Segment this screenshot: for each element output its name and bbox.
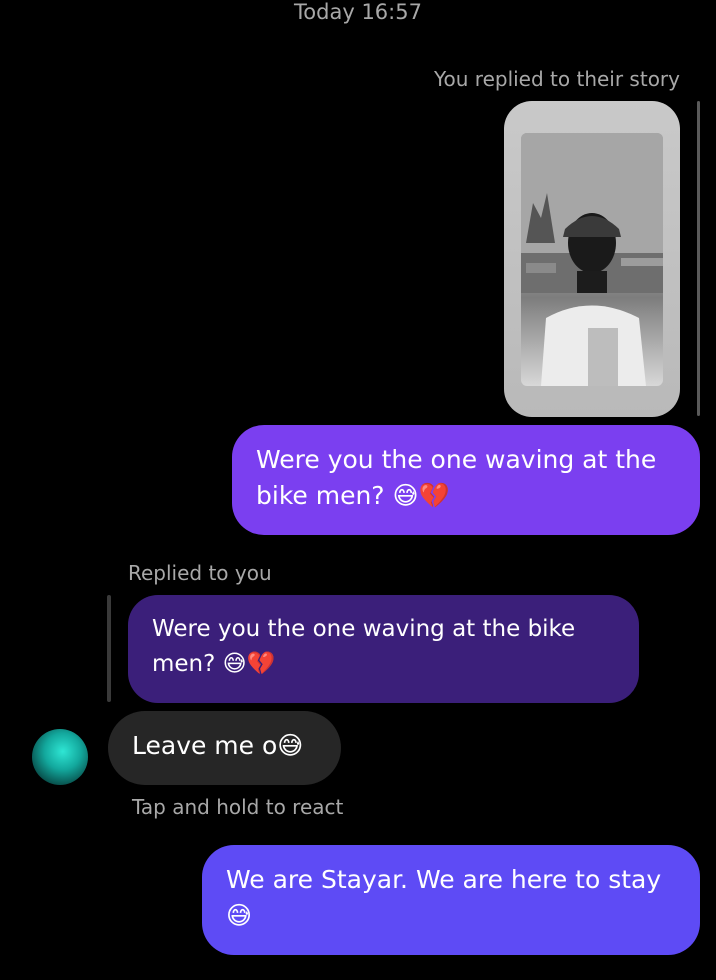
story-reply-caption: You replied to their story [433, 67, 680, 91]
outgoing-message-bubble[interactable]: We are Stayar. We are here to stay 😅 [202, 845, 700, 955]
story-image: dors_mak [521, 133, 663, 386]
quoted-message-bubble[interactable]: Were you the one waving at the bike men?… [128, 595, 639, 703]
reply-indicator-bar [107, 595, 111, 702]
contact-avatar[interactable] [32, 729, 88, 785]
message-text: Leave me o😅 [132, 731, 304, 760]
replied-to-you-label: Replied to you [128, 561, 272, 585]
outgoing-message-bubble[interactable]: Were you the one waving at the bike men?… [232, 425, 700, 535]
tap-and-hold-hint: Tap and hold to react [132, 795, 344, 819]
message-text: Were you the one waving at the bike men?… [256, 445, 657, 510]
story-preview[interactable]: dors_mak [504, 101, 680, 417]
message-text: We are Stayar. We are here to stay 😅 [226, 865, 662, 930]
incoming-message-bubble[interactable]: Leave me o😅 [108, 711, 341, 785]
conversation-timestamp: Today 16:57 [294, 0, 422, 24]
story-scrollbar [697, 101, 700, 416]
quoted-message-text: Were you the one waving at the bike men?… [152, 616, 576, 677]
story-photo-person [521, 133, 663, 386]
